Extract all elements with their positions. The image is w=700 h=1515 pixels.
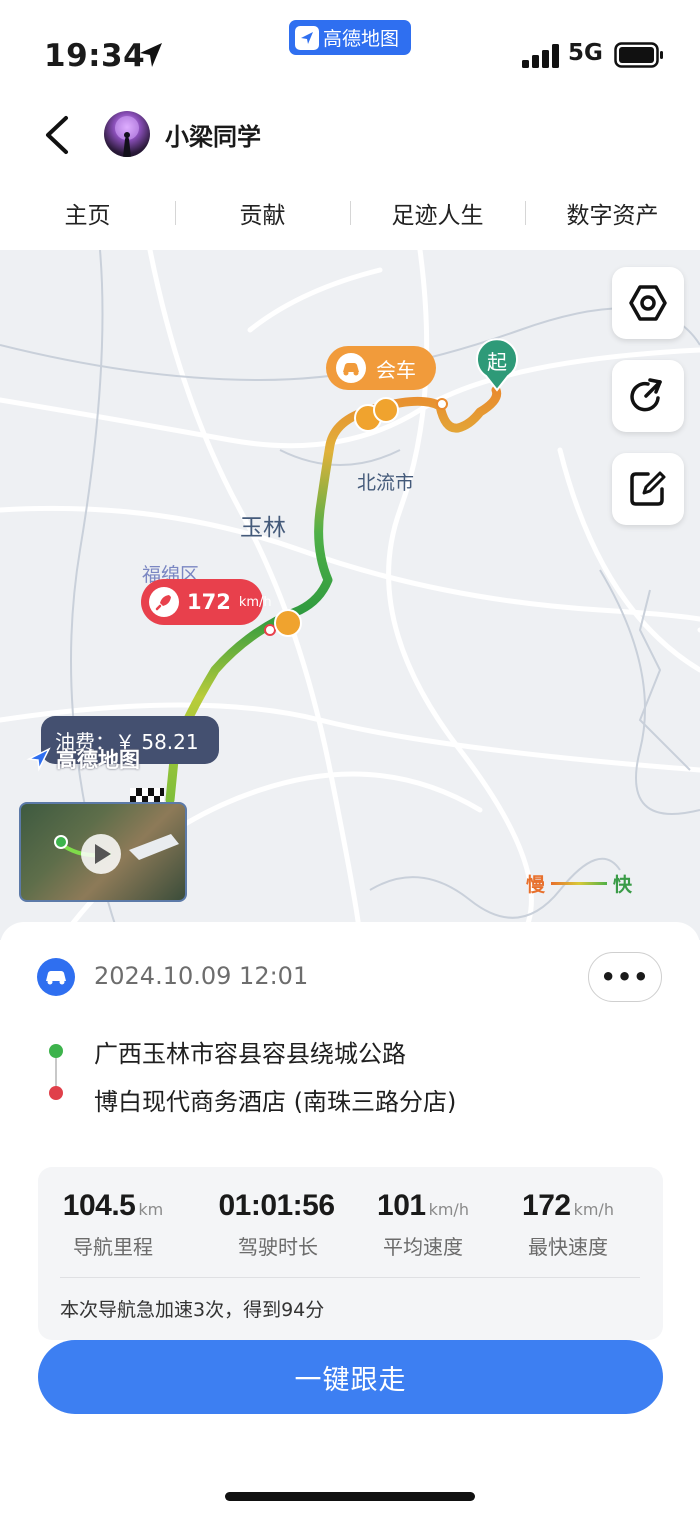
app-badge-label: 高德地图 [323,28,400,50]
start-dot-icon [49,1044,63,1058]
watermark-label: 高德地图 [56,748,140,772]
edit-icon [630,471,666,506]
stat-unit: km [138,1200,164,1219]
meet-car-callout[interactable]: 会车 [326,346,436,390]
legend-gradient-bar [551,882,608,885]
cell-signal-icon [522,44,559,68]
stat-label: 最快速度 [528,1235,608,1259]
stat-unit: km/h [573,1200,614,1219]
back-arrow-icon[interactable] [38,112,78,158]
speed-legend: 慢 快 [526,870,632,897]
trip-detail-sheet: 2024.10.09 12:01 ••• 广西玉林市容县容县绕城公路 博白现代商… [0,922,700,1515]
stat-unit: km/h [428,1200,469,1219]
legend-fast: 快 [613,874,633,896]
share-button[interactable] [612,360,684,432]
stat-distance: 104.5 km 导航里程 [38,1189,188,1260]
map-watermark: 高德地图 [26,744,140,774]
edit-button[interactable] [612,453,684,525]
amap-logo-icon [295,25,319,50]
stat-duration: 01:01:56 驾驶时长 [203,1189,353,1260]
home-indicator[interactable] [225,1492,475,1501]
route-map[interactable]: 北流市 玉林 福绵区 起 会车 172 km/h 油费：￥ 58.21 高德地图 [0,250,700,940]
follow-route-button[interactable]: 一键跟走 [38,1340,663,1414]
meet-car-label: 会车 [376,357,416,382]
stat-label: 导航里程 [73,1235,153,1259]
rocket-icon [149,587,179,617]
max-speed-unit: km/h [238,594,272,610]
network-type: 5G [568,40,603,66]
stat-avg-speed: 101 km/h 平均速度 [348,1189,498,1260]
stat-value: 101 [377,1189,426,1222]
stat-label: 驾驶时长 [238,1235,318,1259]
stat-value: 172 [522,1189,571,1222]
stat-value: 01:01:56 [218,1189,335,1222]
settings-button[interactable] [612,267,684,339]
legend-slow: 慢 [526,874,546,896]
stat-max-speed: 172 km/h 最快速度 [493,1189,643,1260]
max-speed-callout[interactable]: 172 km/h [141,579,272,625]
status-bar: 19:34 高德地图 5G [0,0,700,100]
avatar[interactable] [104,111,150,157]
user-name: 小梁同学 [165,123,261,151]
tab-contribution[interactable]: 贡献 [175,185,350,241]
route-video-thumbnail[interactable] [19,802,187,902]
status-time: 19:34 [44,38,146,74]
tab-home[interactable]: 主页 [0,185,175,241]
place-label-yulin: 玉林 [240,515,286,541]
tab-digital-assets[interactable]: 数字资产 [525,185,700,241]
app-return-badge[interactable]: 高德地图 [289,20,411,55]
car-type-icon [37,958,75,996]
battery-icon [614,42,663,68]
driving-score-note: 本次导航急加速3次，得到94分 [60,1299,325,1321]
start-marker-label: 起 [487,350,507,374]
amap-logo-icon [26,747,51,772]
share-icon [630,378,662,412]
start-marker[interactable]: 起 [474,338,520,392]
event-marker[interactable] [274,609,302,637]
profile-header: 小梁同学 [0,100,700,170]
trip-stats-card: 104.5 km 导航里程 01:01:56 驾驶时长 101 km/h 平均速度 … [38,1167,663,1340]
profile-tabs: 主页 贡献 足迹人生 数字资产 [0,185,700,241]
end-dot-icon [49,1086,63,1100]
trip-datetime: 2024.10.09 12:01 [94,962,309,990]
video-preview [54,834,179,874]
event-marker[interactable] [373,397,399,423]
start-address: 广西玉林市容县容县绕城公路 [94,1040,406,1068]
end-address: 博白现代商务酒店 (南珠三路分店) [94,1088,457,1116]
stat-label: 平均速度 [383,1235,463,1259]
location-arrow-icon [140,43,162,67]
car-icon [336,353,366,383]
stats-divider [60,1277,640,1278]
more-options-button[interactable]: ••• [588,952,662,1002]
max-speed-value: 172 [187,590,231,614]
tab-footprint[interactable]: 足迹人生 [350,185,525,241]
place-label-beiliu: 北流市 [357,472,415,494]
stat-value: 104.5 [62,1189,136,1222]
settings-icon [629,285,667,321]
